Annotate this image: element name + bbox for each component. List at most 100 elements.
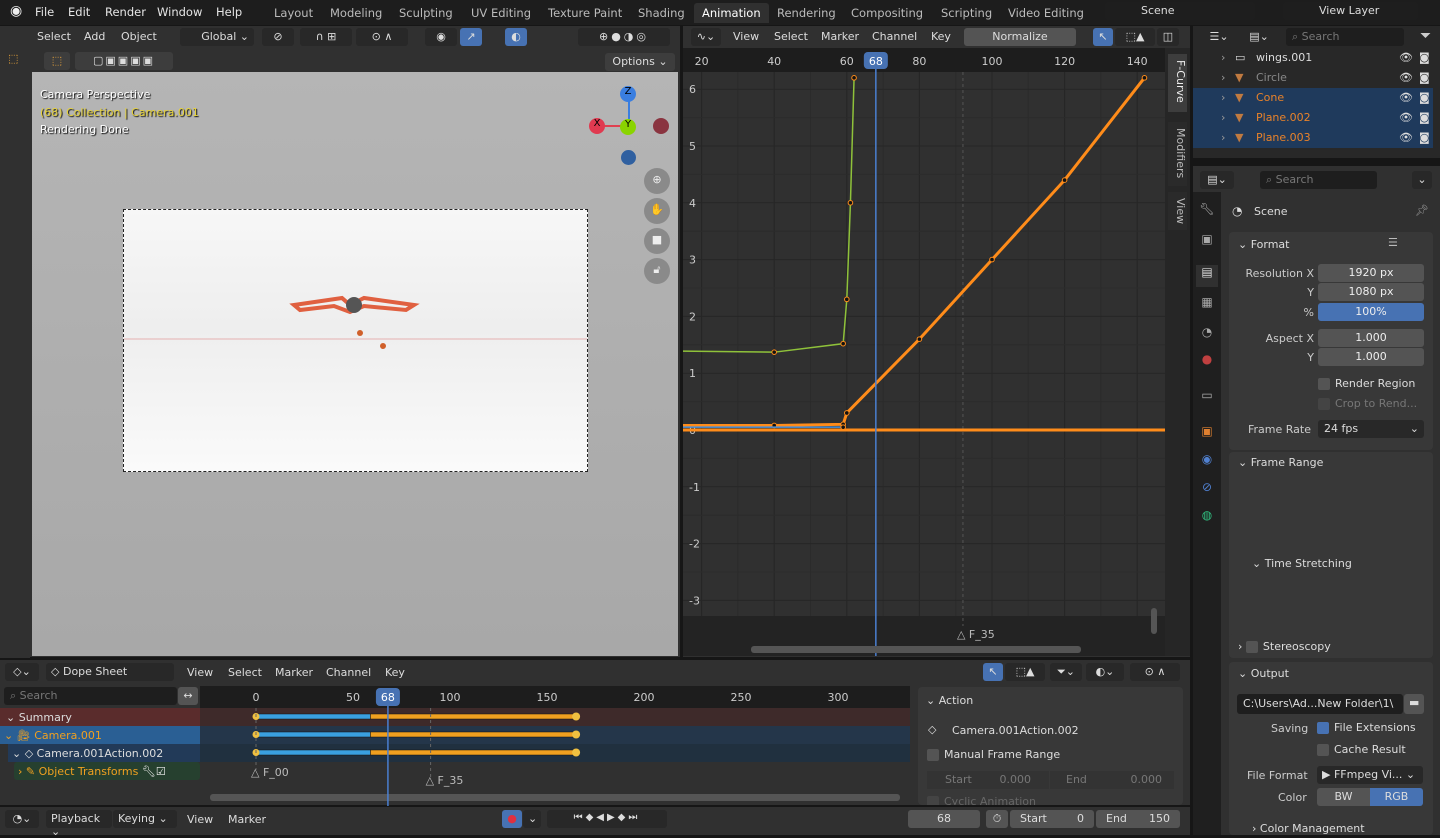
eye-icon[interactable]: 👁︎ — [1399, 111, 1413, 124]
gizmo-z[interactable]: Z — [620, 86, 636, 102]
tab-sculpting[interactable]: Sculpting — [391, 3, 461, 23]
outliner-row[interactable]: › ▼ Circle 👁︎ ◙ — [1193, 68, 1433, 88]
property-value-field[interactable]: 1.000 — [1318, 348, 1424, 366]
physics-tab-icon[interactable]: ◉ — [1196, 452, 1218, 474]
color-bw-button[interactable]: BW — [1317, 788, 1370, 806]
graph-menu-select[interactable]: Select — [774, 30, 808, 43]
graph-menu-channel[interactable]: Channel — [872, 30, 917, 43]
visibility-icon[interactable]: ◉ — [425, 28, 457, 46]
output-path-field[interactable]: C:\Users\Ad...New Folder\1\ — [1237, 694, 1403, 714]
view-layer-tab-icon[interactable]: ▦ — [1196, 295, 1218, 317]
camera-view-icon[interactable]: ■ — [644, 228, 670, 254]
ds-proportional-icon[interactable]: ⊙ ∧ — [1130, 663, 1180, 681]
shading-mode-icons[interactable]: ⊕●◑◎ — [578, 28, 670, 46]
swap-arrows-icon[interactable]: ↔ — [178, 687, 198, 705]
tool-tab-icon[interactable]: 🔧︎ — [1196, 202, 1218, 224]
cursor-tools-icon[interactable]: ⬚▲ — [1115, 28, 1155, 46]
viewport-menu-select[interactable]: Select — [37, 30, 71, 43]
constraints-tab-icon[interactable]: ⊘ — [1196, 480, 1218, 502]
time-stretching-header[interactable]: ⌄ Time Stretching — [1252, 557, 1352, 570]
eye-icon[interactable]: 👁︎ — [1399, 71, 1413, 84]
overlay-icon[interactable]: ◐ — [505, 28, 527, 46]
ds-filter-icon[interactable]: ⏷⌄ — [1050, 663, 1082, 681]
stopwatch-icon[interactable]: ⏱ — [986, 810, 1008, 828]
file-format-dropdown[interactable]: ▶ FFmpeg Vi... ⌄ — [1317, 766, 1423, 784]
viewport-menu-object[interactable]: Object — [121, 30, 157, 43]
tab-rendering[interactable]: Rendering — [769, 3, 844, 23]
pan-hand-icon[interactable]: ✋ — [644, 198, 670, 224]
timeline-menu-view[interactable]: View — [187, 813, 213, 826]
manual-frame-range-checkbox[interactable]: Manual Frame Range — [927, 748, 1060, 761]
expand-icon[interactable]: › — [1221, 91, 1225, 104]
camera-render-icon[interactable]: ◙ — [1419, 51, 1430, 64]
gizmo-neg-z[interactable] — [621, 150, 636, 165]
stereoscopy-header[interactable]: › Stereoscopy — [1238, 640, 1331, 653]
camera-render-icon[interactable]: ◙ — [1419, 111, 1430, 124]
properties-editor-type-icon[interactable]: ▤⌄ — [1200, 171, 1234, 189]
record-options-icon[interactable]: ⌄ — [523, 810, 541, 828]
outliner-search-input[interactable]: ⌕ Search — [1286, 28, 1404, 46]
scene-selector[interactable]: Scene — [1105, 2, 1255, 20]
dopesheet-menu-marker[interactable]: Marker — [275, 666, 313, 679]
data-tab-icon[interactable]: ◍ — [1196, 508, 1218, 530]
scene-tab-icon[interactable]: ◔ — [1196, 325, 1218, 347]
frame-range-panel-header[interactable]: ⌄ Frame Range — [1238, 456, 1323, 469]
blender-logo-icon[interactable]: ◉ — [10, 3, 22, 19]
dopesheet-editor-type-icon[interactable]: ◇⌄ — [5, 663, 39, 681]
outliner-row[interactable]: › ▼ Plane.003 👁︎ ◙ — [1193, 128, 1433, 148]
proportional-edit-icon[interactable]: ⊙ ∧ — [356, 28, 408, 46]
tab-uv-editing[interactable]: UV Editing — [463, 3, 539, 23]
output-tab-icon[interactable]: ▤ — [1196, 265, 1218, 287]
menu-edit[interactable]: Edit — [68, 5, 90, 19]
channel-action[interactable]: ⌄ ◇ Camera.001Action.002 — [8, 744, 200, 762]
outliner-display-mode-icon[interactable]: ☰⌄ — [1200, 28, 1238, 46]
camera-render-icon[interactable]: ◙ — [1419, 131, 1430, 144]
graph-menu-view[interactable]: View — [733, 30, 759, 43]
ds-snap-icon[interactable]: ◐⌄ — [1086, 663, 1124, 681]
select-box-icon[interactable]: ↖ — [1093, 28, 1113, 46]
camera-render-icon[interactable]: ◙ — [1419, 71, 1430, 84]
outliner-row[interactable]: › ▭ wings.001 👁︎ ◙ — [1193, 48, 1433, 68]
snap-icon[interactable]: ∩ ⊞ — [300, 28, 352, 46]
outliner-filter-icon[interactable]: ▤⌄ — [1240, 28, 1278, 46]
tool-select-icon[interactable]: ⬚ — [8, 52, 18, 65]
eye-icon[interactable]: 👁︎ — [1399, 131, 1413, 144]
color-rgb-button[interactable]: RGB — [1370, 788, 1423, 806]
property-value-field[interactable]: 1080 px — [1318, 283, 1424, 301]
camera-render-icon[interactable]: ◙ — [1419, 91, 1430, 104]
view-icon[interactable]: ◫ — [1157, 28, 1179, 46]
file-extensions-checkbox[interactable]: File Extensions — [1317, 721, 1416, 734]
filter-funnel-icon[interactable]: ⏷ — [1420, 28, 1431, 44]
cache-result-checkbox[interactable]: Cache Result — [1317, 743, 1406, 756]
presets-icon[interactable]: ☰ — [1388, 236, 1398, 249]
menu-window[interactable]: Window — [157, 5, 202, 19]
channel-camera[interactable]: ⌄ 🎥︎ Camera.001 — [0, 726, 200, 744]
tab-modifiers[interactable]: Modifiers — [1168, 122, 1187, 186]
collection-tab-icon[interactable]: ▭ — [1196, 388, 1218, 410]
tab-f-curve[interactable]: F-Curve — [1168, 54, 1187, 112]
tab-scripting[interactable]: Scripting — [933, 3, 1000, 23]
tab-texture-paint[interactable]: Texture Paint — [540, 3, 630, 23]
tab-shading[interactable]: Shading — [630, 3, 693, 23]
expand-icon[interactable]: › — [1221, 111, 1225, 124]
channel-summary[interactable]: ⌄ Summary — [0, 708, 200, 726]
dopesheet-menu-key[interactable]: Key — [385, 666, 405, 679]
tab-modeling[interactable]: Modeling — [322, 3, 390, 23]
ds-tools-icon[interactable]: ⬚▲ — [1005, 663, 1045, 681]
world-tab-icon[interactable]: ● — [1196, 352, 1218, 374]
select-tool-icon[interactable]: ⬚ — [44, 52, 70, 70]
expand-icon[interactable]: › — [1221, 131, 1225, 144]
tab-view[interactable]: View — [1168, 192, 1187, 230]
menu-render[interactable]: Render — [105, 5, 146, 19]
expand-icon[interactable]: › — [1221, 51, 1225, 64]
property-value-field[interactable]: 100% — [1318, 303, 1424, 321]
record-icon[interactable]: ● — [502, 810, 522, 828]
graph-menu-marker[interactable]: Marker — [821, 30, 859, 43]
timeline-editor-type-icon[interactable]: ◔⌄ — [5, 810, 39, 828]
output-panel-header[interactable]: ⌄ Output — [1238, 667, 1289, 680]
dopesheet-canvas[interactable]: 0 50 100 150 200 250 300 △ F_00 △ F_35 68 — [200, 686, 910, 806]
playback-menu[interactable]: Playback ⌄ — [46, 810, 112, 838]
tab-layout[interactable]: Layout — [266, 3, 321, 23]
object-tab-icon[interactable]: ▣ — [1196, 424, 1218, 446]
options-dropdown[interactable]: Options ⌄ — [605, 53, 675, 71]
